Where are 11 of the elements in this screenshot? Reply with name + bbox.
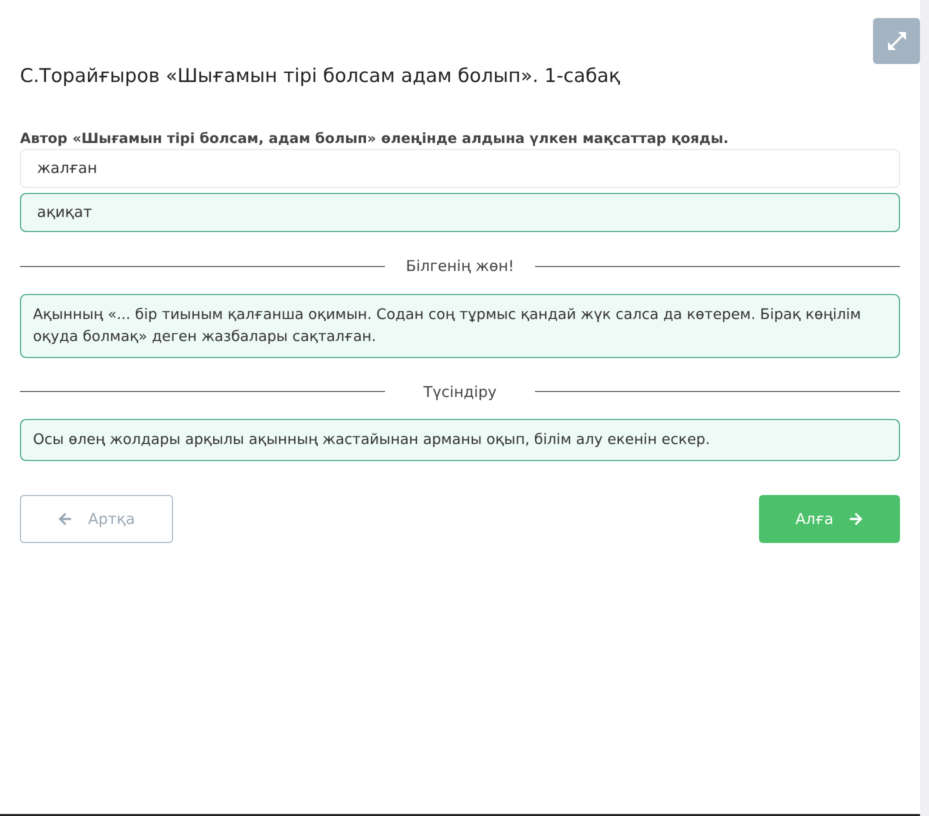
- page-title: С.Торайғыров «Шығамын тірі болсам адам болып». 1-сабақ: [20, 64, 622, 89]
- answer-option[interactable]: ақиқат: [20, 193, 900, 232]
- question-text: Автор «Шығамын тірі болсам, адам болып» өлеңінде алдына үлкен мақсаттар қояды.: [20, 130, 730, 148]
- answer-option[interactable]: жалған: [20, 149, 900, 188]
- arrow-left-icon: [58, 512, 72, 526]
- section-heading: Түсіндіру: [422, 382, 498, 402]
- arrow-right-icon: [849, 512, 864, 526]
- info-text: Осы өлең жолдары арқылы ақынның жастайынан арманы оқып, білім алу екенін ескер.: [20, 419, 900, 461]
- fullscreen-button[interactable]: [873, 18, 920, 64]
- info-text: Ақынның «... бір тиыным қалғанша оқимын. Содан соң тұрмыс қандай жүк салса да көтерем. Бірақ көңілім оқуда болмақ» деген жазбалары сақталған.: [20, 294, 900, 358]
- section-heading: Білгенің жөн!: [404, 256, 516, 277]
